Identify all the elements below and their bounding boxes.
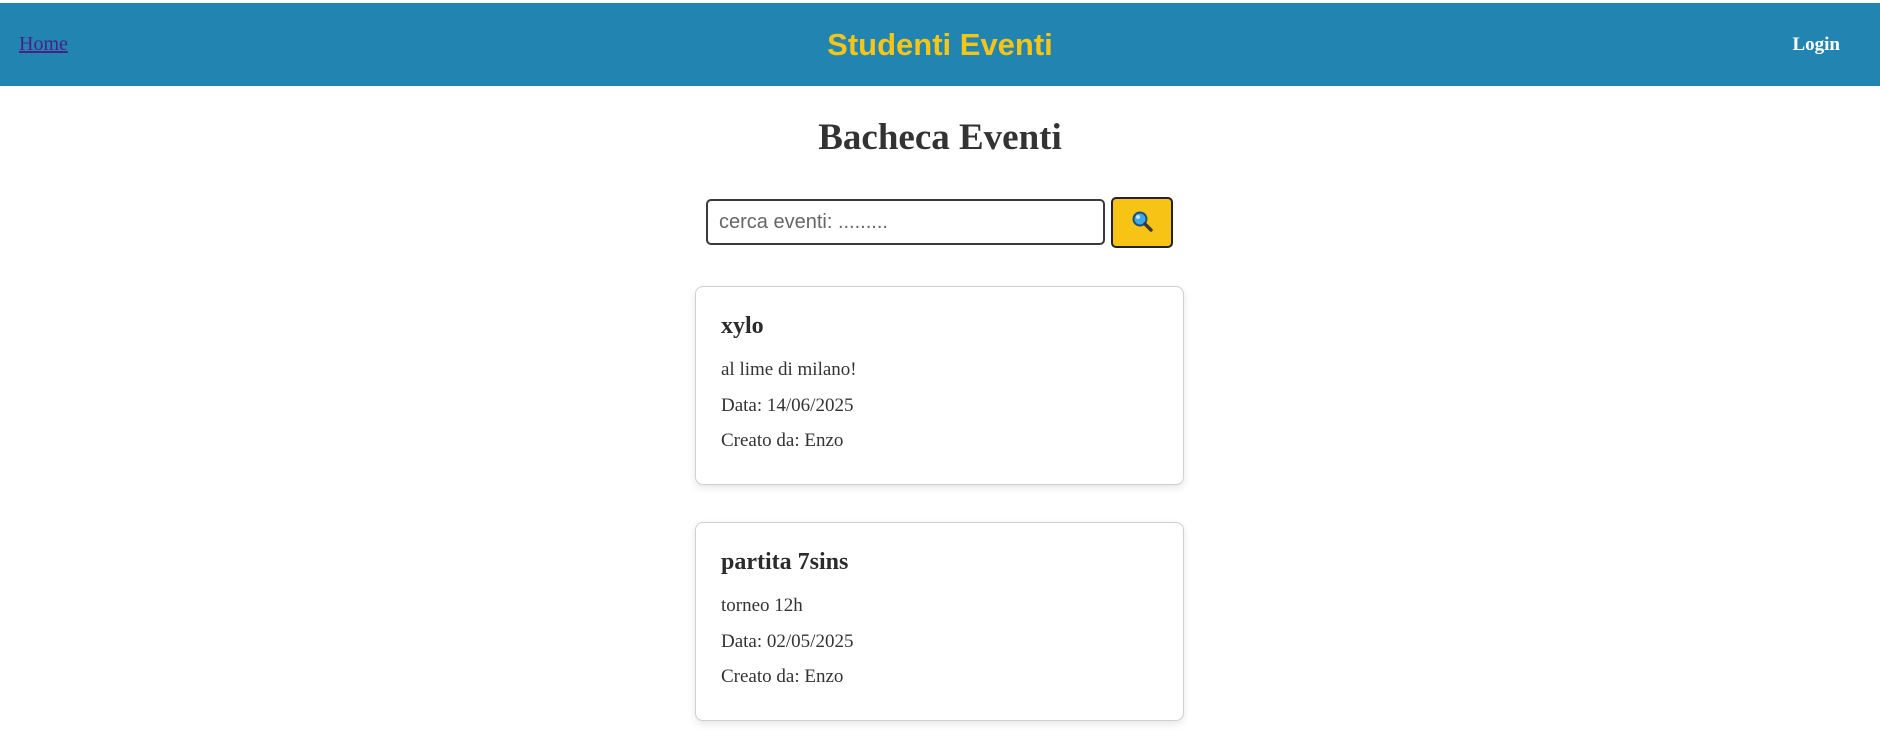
event-title: xylo <box>721 313 764 339</box>
search-icon <box>1130 209 1154 236</box>
event-description: al lime di milano! <box>721 359 857 380</box>
top-navbar: Home Studenti Eventi Login <box>0 3 1880 86</box>
event-creator: Creato da: Enzo <box>721 430 844 451</box>
event-description: torneo 12h <box>721 595 803 616</box>
event-title: partita 7sins <box>721 549 849 575</box>
event-date: Data: 14/06/2025 <box>721 395 854 416</box>
event-card: partita 7sins torneo 12h Data: 02/05/202… <box>695 522 1184 721</box>
login-link[interactable]: Login <box>1792 3 1840 86</box>
page-title: Bacheca Eventi <box>818 117 1062 158</box>
search-button[interactable] <box>1111 197 1173 248</box>
event-creator: Creato da: Enzo <box>721 666 844 687</box>
home-link[interactable]: Home <box>19 3 68 86</box>
event-card: xylo al lime di milano! Data: 14/06/2025… <box>695 286 1184 485</box>
search-input[interactable] <box>706 199 1105 245</box>
event-date: Data: 02/05/2025 <box>721 631 854 652</box>
site-brand: Studenti Eventi <box>827 27 1053 62</box>
